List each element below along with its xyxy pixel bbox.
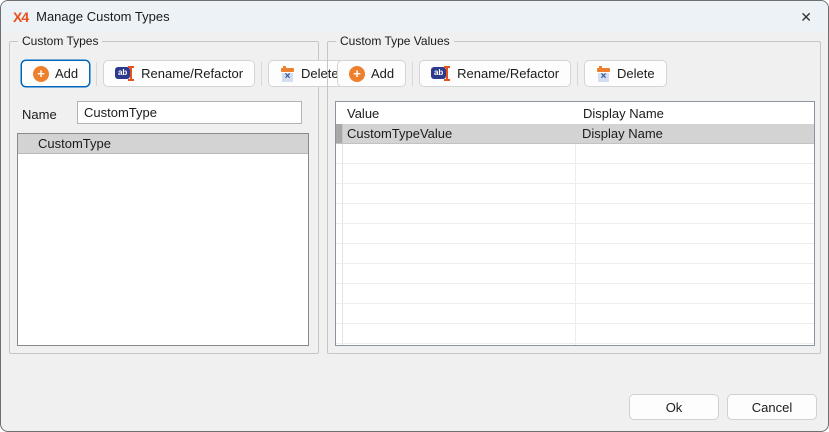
custom-types-toolbar: Add Rename/Refactor Delete [21,60,351,87]
value-cell [343,184,576,203]
add-icon [33,66,49,82]
types-rename-button[interactable]: Rename/Refactor [103,60,255,87]
value-cell [343,304,576,323]
name-label: Name [22,107,57,122]
rename-icon [431,66,451,81]
title-bar[interactable]: X4 Manage Custom Types ✕ [1,1,828,32]
values-table-empty-rows [336,144,814,346]
row-header-cell [336,224,343,243]
table-empty-row [336,324,814,344]
rename-cursor [446,66,448,81]
custom-types-group-label: Custom Types [18,34,102,49]
types-add-button[interactable]: Add [21,60,90,87]
custom-type-values-toolbar: Add Rename/Refactor Delete [337,60,667,87]
value-cell [343,204,576,223]
rename-ab-box [431,67,446,79]
app-logo-icon: X4 [13,9,28,25]
values-delete-button[interactable]: Delete [584,60,667,87]
toolbar-separator [96,62,97,86]
table-row[interactable]: CustomTypeValue Display Name [336,124,814,144]
window-title: Manage Custom Types [36,9,169,24]
row-header-cell [336,204,343,223]
table-empty-row [336,344,814,346]
display-name-cell[interactable]: Display Name [576,124,814,144]
values-add-label: Add [371,66,394,81]
close-icon[interactable]: ✕ [796,10,816,24]
value-cell [343,224,576,243]
value-cell [343,324,576,343]
rename-cursor [130,66,132,81]
values-rename-label: Rename/Refactor [457,66,559,81]
values-table-header: Value Display Name [336,102,814,124]
values-add-button[interactable]: Add [337,60,406,87]
row-header-cell [336,264,343,283]
column-header-display-name[interactable]: Display Name [577,106,814,121]
row-header-cell [336,304,343,323]
table-empty-row [336,144,814,164]
value-cell [343,264,576,283]
custom-type-values-group: Custom Type Values Add Rename/Refactor [327,41,821,354]
delete-x-box [282,73,293,82]
custom-types-listbox[interactable]: CustomType [17,133,309,346]
delete-icon [280,66,295,82]
row-header-cell [336,244,343,263]
row-header-cell [336,144,343,163]
cancel-button[interactable]: Cancel [727,394,817,420]
custom-types-group: Custom Types Add Rename/Refactor [9,41,319,354]
ok-button[interactable]: Ok [629,394,719,420]
row-header-cell[interactable] [336,124,343,143]
value-cell [343,344,576,346]
value-cell [343,164,576,183]
row-header-corner [336,102,343,124]
add-icon [349,66,365,82]
rename-ab-box [115,67,130,79]
delete-x-box [598,73,609,82]
types-add-label: Add [55,66,78,81]
value-cell [343,284,576,303]
toolbar-separator [261,62,262,86]
delete-icon [596,66,611,82]
row-header-cell [336,284,343,303]
toolbar-separator [577,62,578,86]
row-header-cell [336,164,343,183]
table-empty-row [336,164,814,184]
row-header-cell [336,324,343,343]
table-empty-row [336,304,814,324]
table-empty-row [336,184,814,204]
row-header-cell [336,184,343,203]
value-cell [343,244,576,263]
manage-custom-types-dialog: X4 Manage Custom Types ✕ Custom Types Ad… [0,0,829,432]
table-empty-row [336,264,814,284]
values-table[interactable]: Value Display Name CustomTypeValue Displ… [335,101,815,346]
values-delete-label: Delete [617,66,655,81]
list-item[interactable]: CustomType [18,134,308,154]
name-input[interactable] [77,101,302,124]
custom-type-values-group-label: Custom Type Values [336,34,454,49]
toolbar-separator [412,62,413,86]
types-rename-label: Rename/Refactor [141,66,243,81]
rename-icon [115,66,135,81]
values-rename-button[interactable]: Rename/Refactor [419,60,571,87]
row-header-cell [336,344,343,346]
table-empty-row [336,224,814,244]
column-header-value[interactable]: Value [343,106,577,121]
table-empty-row [336,244,814,264]
value-cell [343,144,576,163]
value-cell[interactable]: CustomTypeValue [343,124,576,144]
table-empty-row [336,204,814,224]
table-empty-row [336,284,814,304]
